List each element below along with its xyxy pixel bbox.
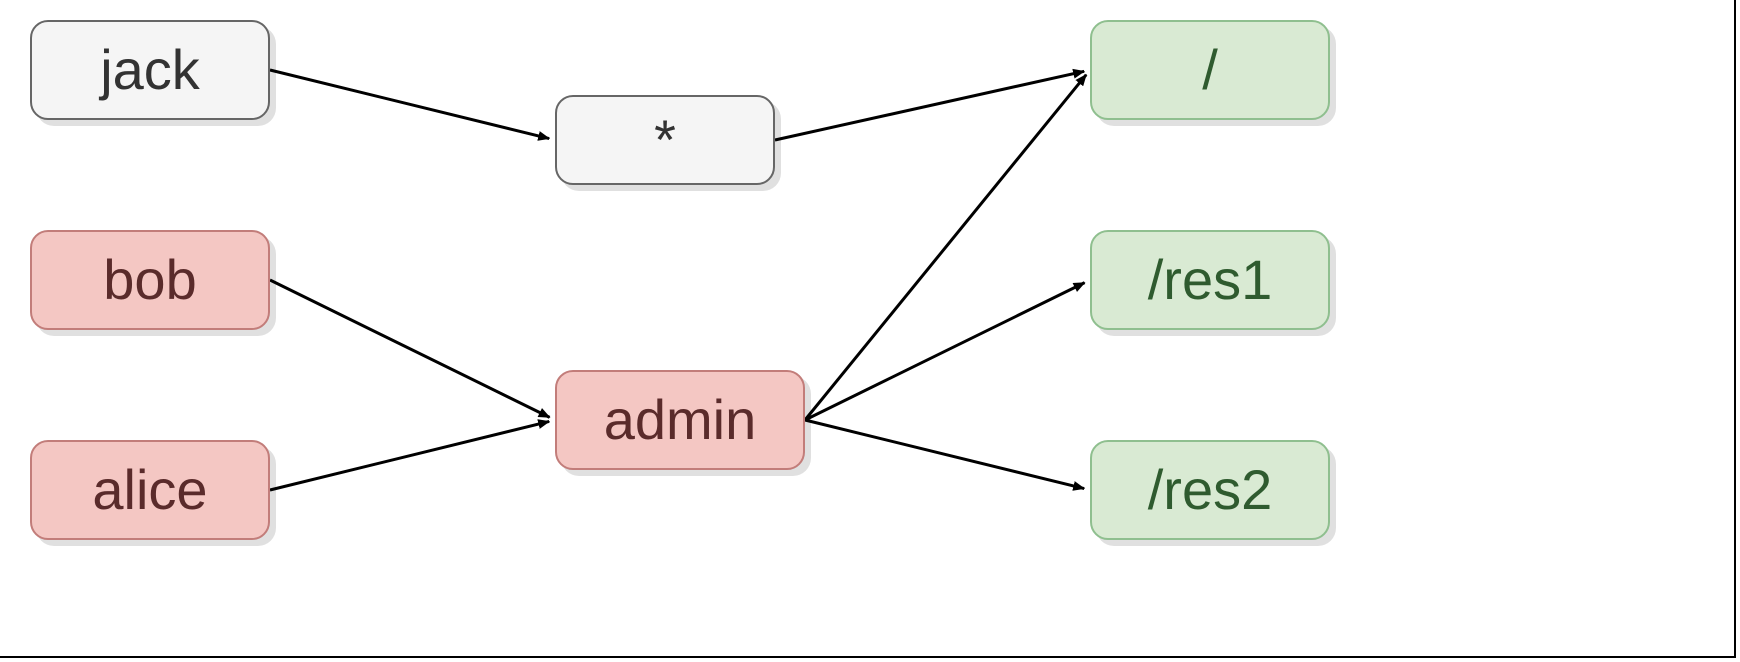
node-label: jack (100, 42, 200, 98)
edge-admin-to-res2 (805, 420, 1084, 489)
node-label: bob (103, 252, 196, 308)
node-alice: alice (30, 440, 270, 540)
node-res1: /res1 (1090, 230, 1330, 330)
edge-jack-to-star (270, 70, 549, 139)
edge-alice-to-admin (270, 421, 549, 490)
edge-admin-to-root (805, 75, 1086, 420)
node-jack: jack (30, 20, 270, 120)
node-label: alice (92, 462, 207, 518)
edge-star-to-root (775, 71, 1084, 140)
node-bob: bob (30, 230, 270, 330)
node-res2: /res2 (1090, 440, 1330, 540)
node-root: / (1090, 20, 1330, 120)
edge-bob-to-admin (270, 280, 550, 417)
node-label: /res1 (1148, 252, 1273, 308)
edge-admin-to-res1 (805, 283, 1085, 420)
node-admin: admin (555, 370, 805, 470)
node-label: /res2 (1148, 462, 1273, 518)
node-label: * (654, 112, 676, 168)
diagram-canvas: jack bob alice * admin / /res1 /res2 (0, 0, 1740, 662)
node-label: / (1202, 42, 1218, 98)
node-label: admin (604, 392, 757, 448)
node-star: * (555, 95, 775, 185)
